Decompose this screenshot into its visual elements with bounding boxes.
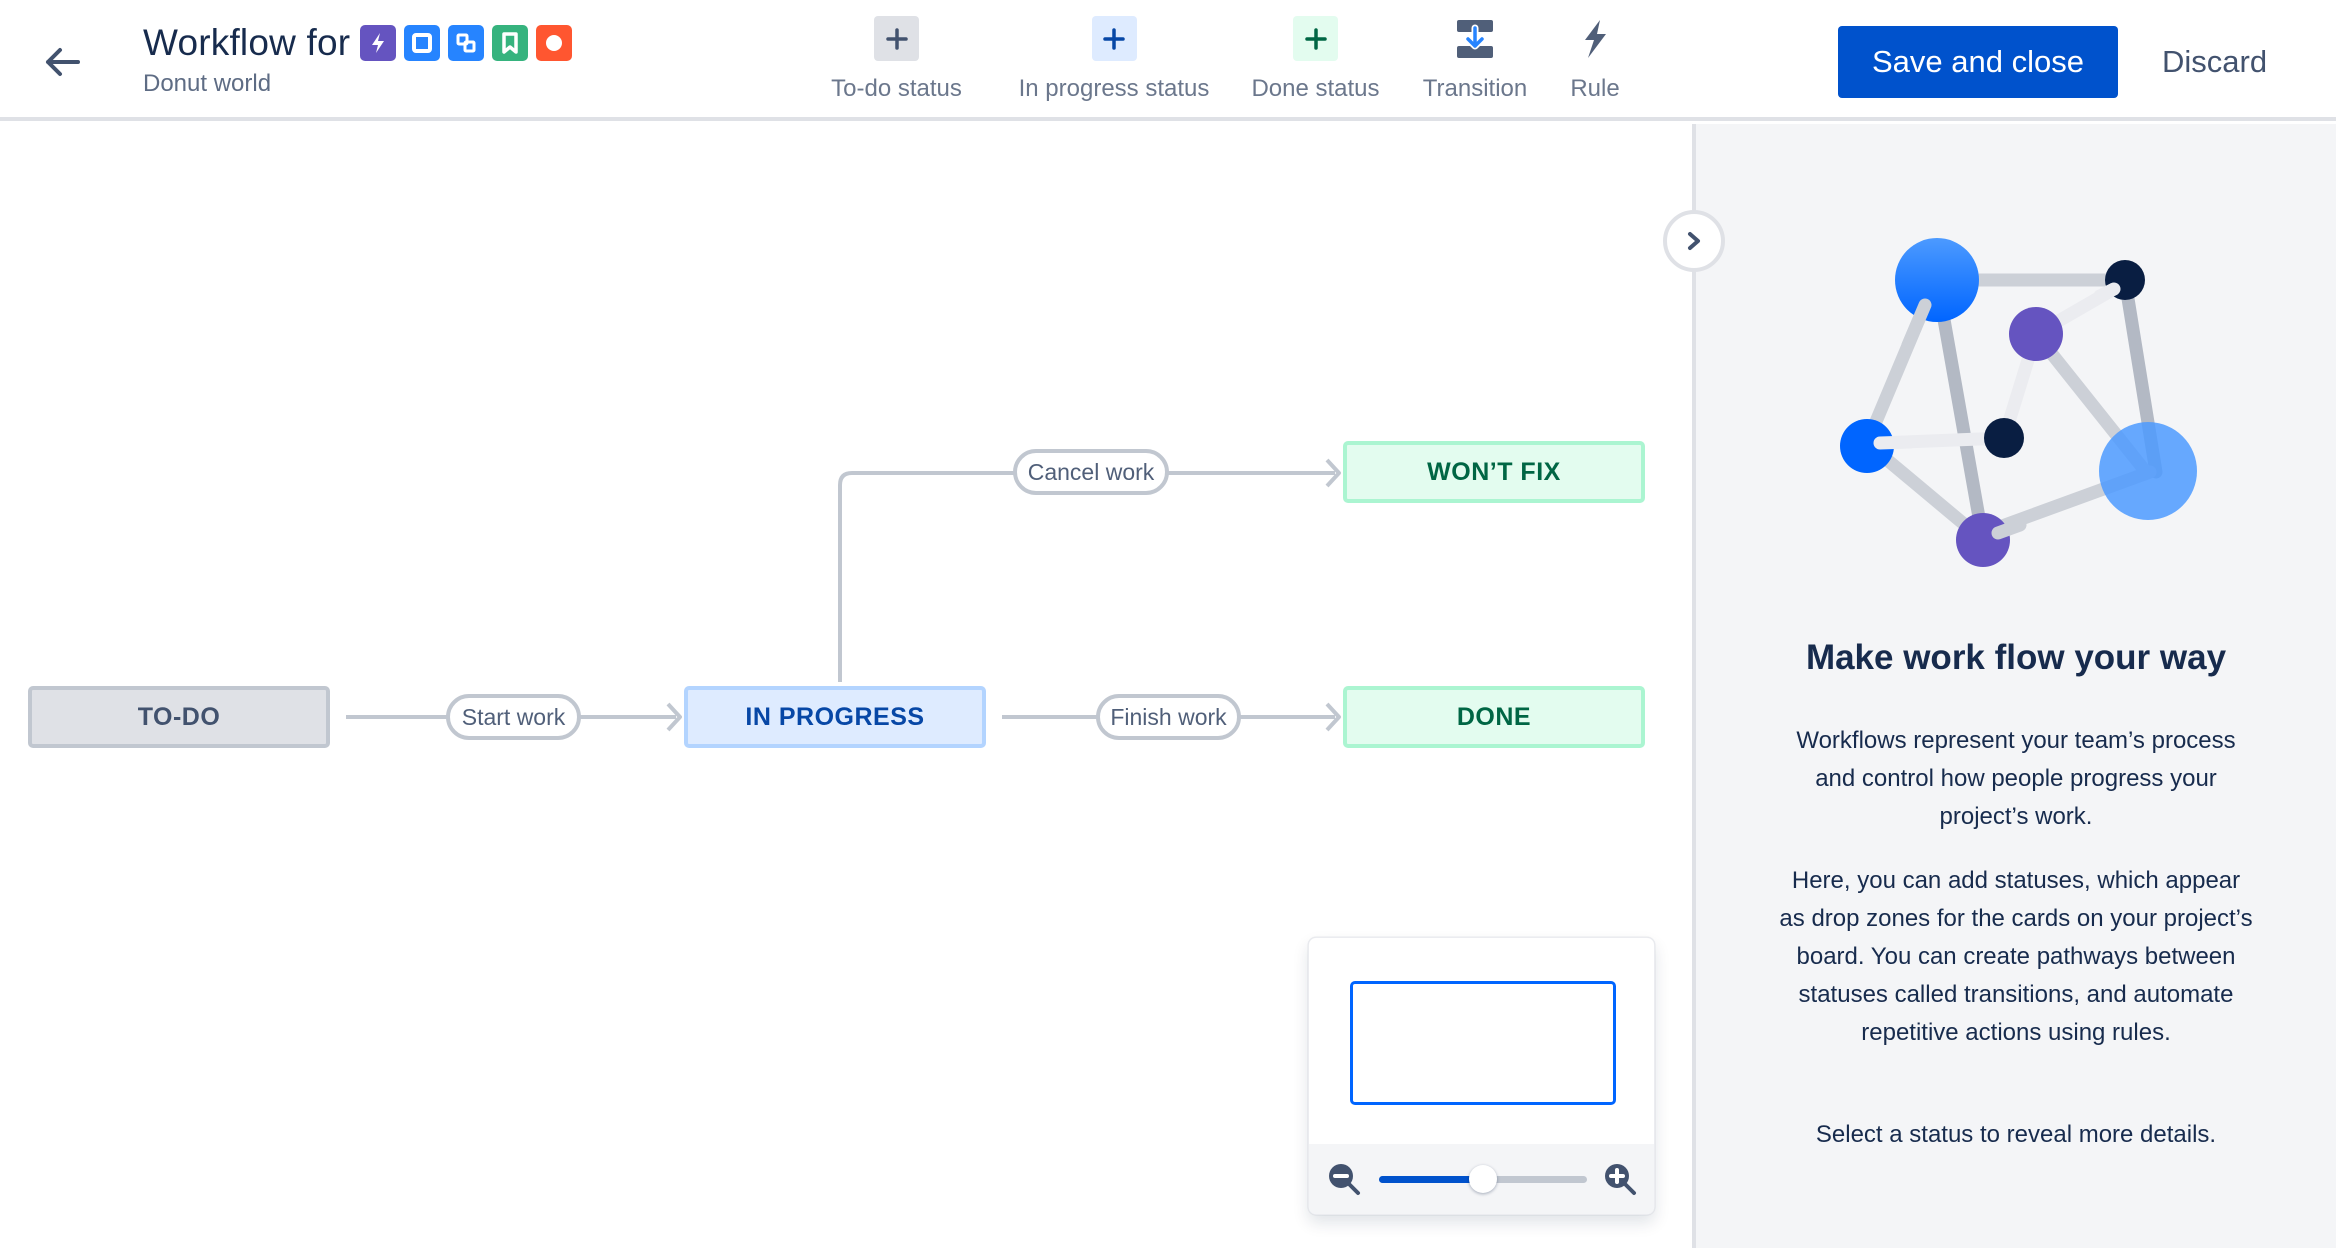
node-dot xyxy=(1956,513,2010,567)
discard-button[interactable]: Discard xyxy=(2150,26,2279,98)
panel-paragraph: Here, you can add statuses, which appear… xyxy=(1779,867,2253,1046)
zoom-out-button[interactable] xyxy=(1327,1162,1361,1196)
zoom-slider-thumb[interactable] xyxy=(1469,1165,1497,1193)
transition-finish-work[interactable]: Finish work xyxy=(1096,694,1241,740)
panel-title: Make work flow your way xyxy=(1805,638,2227,677)
panel-paragraph: Select a status to reveal more details. xyxy=(1815,1121,2217,1148)
network-illustration xyxy=(1840,238,2197,567)
minimap xyxy=(1308,937,1655,1215)
minimap-viewport[interactable] xyxy=(1350,981,1616,1105)
zoom-slider[interactable] xyxy=(1379,1165,1587,1193)
save-and-close-button[interactable]: Save and close xyxy=(1838,26,2118,98)
zoom-slider-fill xyxy=(1379,1176,1483,1183)
transition-start-work[interactable]: Start work xyxy=(446,694,581,740)
edge-cancel-work xyxy=(838,471,1335,682)
zoom-controls xyxy=(1309,1144,1654,1214)
transition-cancel-work[interactable]: Cancel work xyxy=(1013,449,1169,495)
node-dot xyxy=(2009,307,2063,361)
status-node-in-progress[interactable]: IN PROGRESS xyxy=(684,686,986,748)
status-node-wont-fix[interactable]: WON’T FIX xyxy=(1343,441,1645,503)
node-dot xyxy=(2099,422,2197,520)
panel-paragraph: Workflows represent your team’s process … xyxy=(1796,727,2236,830)
zoom-out-icon xyxy=(1329,1164,1360,1195)
zoom-in-icon xyxy=(1605,1164,1636,1195)
node-dot xyxy=(1895,238,1979,322)
chevron-right-icon xyxy=(1688,232,1700,250)
info-panel: Make work flow your way Workflows repres… xyxy=(1696,124,2336,1248)
status-node-done[interactable]: DONE xyxy=(1343,686,1645,748)
node-dot xyxy=(1984,418,2024,458)
zoom-in-button[interactable] xyxy=(1603,1162,1637,1196)
collapse-panel-button[interactable] xyxy=(1663,210,1725,272)
status-node-todo[interactable]: TO-DO xyxy=(28,686,330,748)
